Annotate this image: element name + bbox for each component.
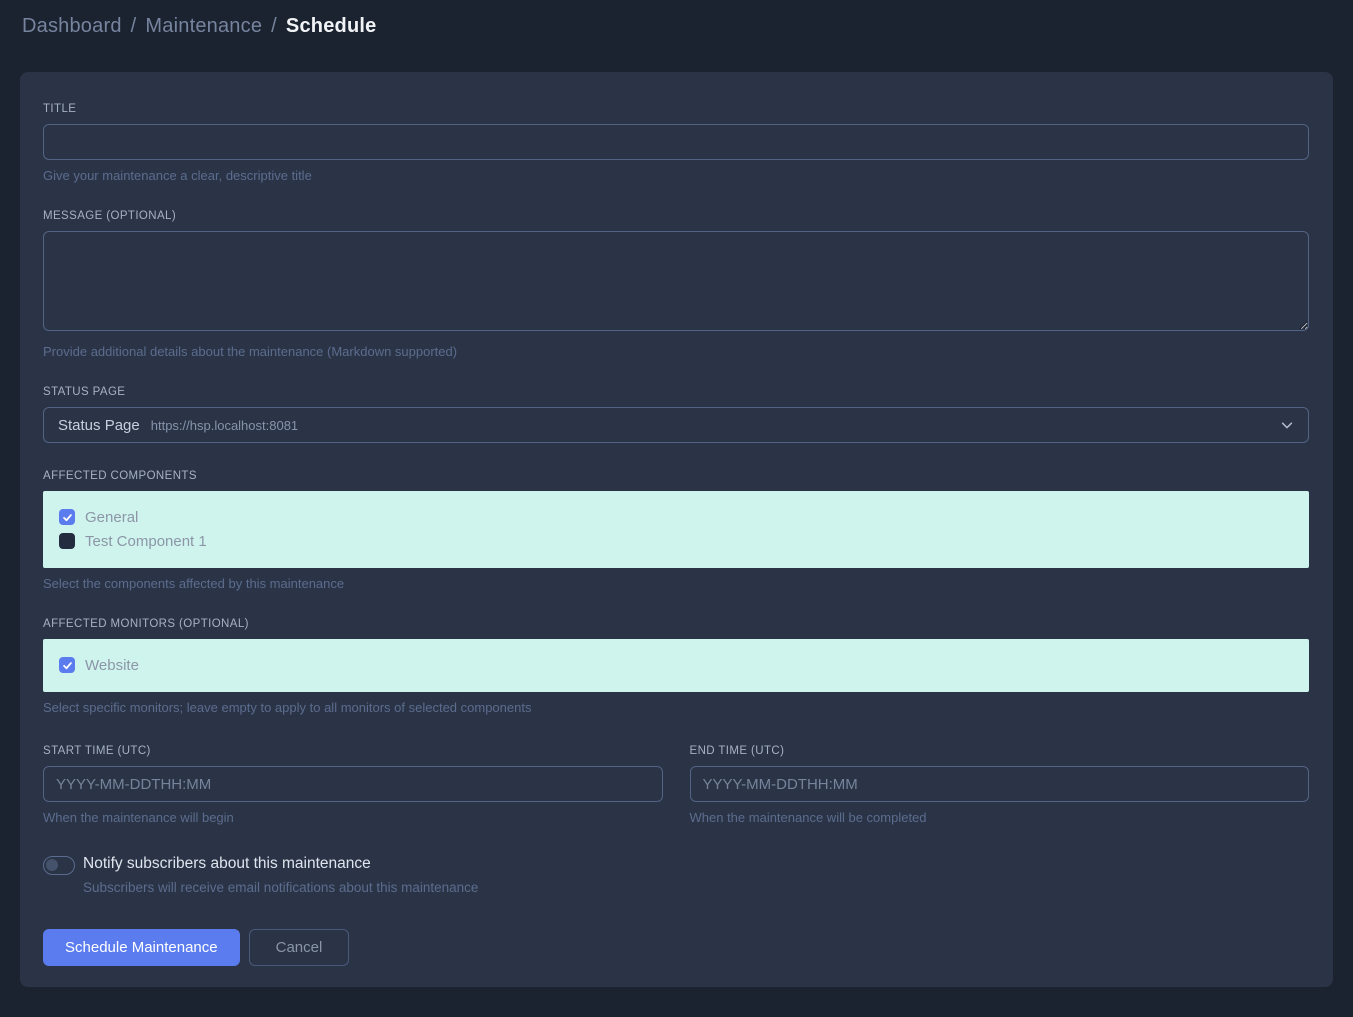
status-page-field-group: STATUS PAGE Status Page https://hsp.loca… — [43, 386, 1309, 443]
component-option-label: Test Component 1 — [85, 533, 207, 550]
component-option-general[interactable]: General — [59, 505, 1293, 529]
schedule-maintenance-button[interactable]: Schedule Maintenance — [43, 929, 240, 966]
breadcrumb-current-schedule: Schedule — [286, 15, 377, 38]
notify-toggle-label: Notify subscribers about this maintenanc… — [83, 855, 478, 873]
title-input[interactable] — [43, 124, 1309, 160]
monitor-option-label: Website — [85, 657, 139, 674]
status-page-label: STATUS PAGE — [43, 386, 1309, 398]
form-actions: Schedule Maintenance Cancel — [43, 929, 1309, 966]
breadcrumb-item-maintenance[interactable]: Maintenance — [145, 15, 262, 38]
notify-toggle-texts: Notify subscribers about this maintenanc… — [83, 855, 478, 895]
status-page-selected-url: https://hsp.localhost:8081 — [151, 418, 298, 433]
notify-toggle-section: Notify subscribers about this maintenanc… — [43, 855, 1309, 895]
title-label: TITLE — [43, 103, 1309, 115]
start-time-label: START TIME (UTC) — [43, 745, 663, 757]
checkbox-icon[interactable] — [59, 509, 75, 525]
end-time-helper-text: When the maintenance will be completed — [690, 810, 1310, 825]
component-option-test-component-1[interactable]: Test Component 1 — [59, 529, 1293, 553]
title-field-group: TITLE Give your maintenance a clear, des… — [43, 103, 1309, 183]
message-textarea[interactable] — [43, 231, 1309, 331]
affected-components-helper-text: Select the components affected by this m… — [43, 576, 1309, 591]
affected-monitors-label: AFFECTED MONITORS (OPTIONAL) — [43, 618, 1309, 630]
affected-components-label: AFFECTED COMPONENTS — [43, 470, 1309, 482]
schedule-maintenance-form-panel: TITLE Give your maintenance a clear, des… — [20, 72, 1333, 987]
affected-components-field-group: AFFECTED COMPONENTS General Test Compone… — [43, 470, 1309, 591]
start-time-input[interactable] — [43, 766, 663, 802]
top-bar: Dashboard / Maintenance / Schedule — [0, 0, 1353, 52]
notify-subscribers-toggle[interactable] — [43, 856, 75, 875]
end-time-input[interactable] — [690, 766, 1310, 802]
affected-monitors-option-box: Website — [43, 639, 1309, 692]
end-time-field-group: END TIME (UTC) When the maintenance will… — [690, 745, 1310, 825]
start-time-helper-text: When the maintenance will begin — [43, 810, 663, 825]
breadcrumb-separator: / — [271, 15, 277, 38]
affected-monitors-field-group: AFFECTED MONITORS (OPTIONAL) Website Sel… — [43, 618, 1309, 715]
checkbox-icon[interactable] — [59, 533, 75, 549]
end-time-label: END TIME (UTC) — [690, 745, 1310, 757]
affected-monitors-helper-text: Select specific monitors; leave empty to… — [43, 700, 1309, 715]
message-label: MESSAGE (OPTIONAL) — [43, 210, 1309, 222]
affected-components-option-box: General Test Component 1 — [43, 491, 1309, 568]
component-option-label: General — [85, 509, 138, 526]
status-page-select[interactable]: Status Page https://hsp.localhost:8081 — [43, 407, 1309, 443]
monitor-option-website[interactable]: Website — [59, 653, 1293, 677]
chevron-down-icon — [1280, 418, 1294, 432]
toggle-knob — [46, 859, 58, 871]
title-helper-text: Give your maintenance a clear, descripti… — [43, 168, 1309, 183]
time-fields-row: START TIME (UTC) When the maintenance wi… — [43, 745, 1309, 825]
breadcrumb: Dashboard / Maintenance / Schedule — [22, 15, 376, 38]
message-field-group: MESSAGE (OPTIONAL) Provide additional de… — [43, 210, 1309, 359]
checkbox-icon[interactable] — [59, 657, 75, 673]
start-time-field-group: START TIME (UTC) When the maintenance wi… — [43, 745, 663, 825]
status-page-selected-name: Status Page — [58, 417, 140, 434]
cancel-button[interactable]: Cancel — [249, 929, 350, 966]
breadcrumb-item-dashboard[interactable]: Dashboard — [22, 15, 122, 38]
breadcrumb-separator: / — [131, 15, 137, 38]
notify-toggle-helper-text: Subscribers will receive email notificat… — [83, 880, 478, 895]
message-helper-text: Provide additional details about the mai… — [43, 344, 1309, 359]
